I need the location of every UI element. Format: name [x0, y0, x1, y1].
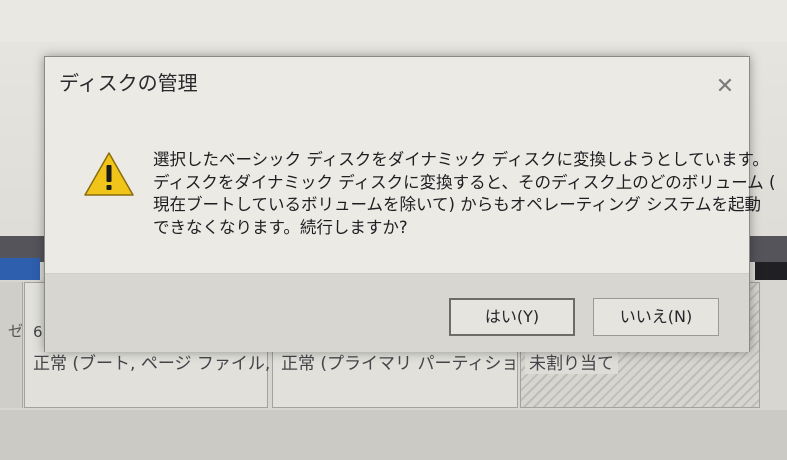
confirm-dialog: ディスクの管理 ✕ 選択したベーシック ディスクをダイナミック ディスクに変換し…	[44, 56, 776, 352]
no-button[interactable]: いいえ(N)	[593, 298, 719, 336]
disk-label-char: ゼ	[8, 322, 24, 340]
close-button[interactable]: ✕	[715, 74, 735, 99]
background-toolbar-area	[0, 0, 787, 42]
yes-button[interactable]: はい(Y)	[449, 298, 575, 336]
message-line: 選択したベーシック ディスクをダイナミック ディスクに変換しようとしています。	[153, 150, 769, 169]
message-line: 現在ブートしているボリュームを除いて) からもオペレーティング システムを起動	[153, 195, 761, 214]
disk-number: 6	[33, 323, 43, 341]
partition-status: 正常 (プライマリ パーティショ	[281, 354, 519, 374]
background-bottom-area	[0, 410, 787, 460]
dialog-title: ディスクの管理	[59, 71, 198, 95]
warning-icon	[84, 152, 134, 196]
disk-label-column[interactable]: ゼ	[0, 282, 23, 408]
screen: ゼ 6 正常 (ブート, ページ ファイル, 正常 (プライマリ パーティショ …	[0, 0, 787, 460]
disk-bar-blue-left	[0, 258, 40, 280]
dialog-message: 選択したベーシック ディスクをダイナミック ディスクに変換しようとしています。 …	[153, 149, 776, 239]
partition-status: 未割り当て	[525, 349, 618, 374]
partition-status: 正常 (ブート, ページ ファイル,	[33, 354, 271, 374]
message-line: できなくなります。続行しますか?	[153, 217, 408, 237]
dialog-button-bar: はい(Y) いいえ(N)	[45, 273, 749, 352]
message-line: ディスクをダイナミック ディスクに変換すると、そのディスク上のどのボリューム (	[153, 172, 776, 192]
close-icon: ✕	[715, 74, 735, 99]
